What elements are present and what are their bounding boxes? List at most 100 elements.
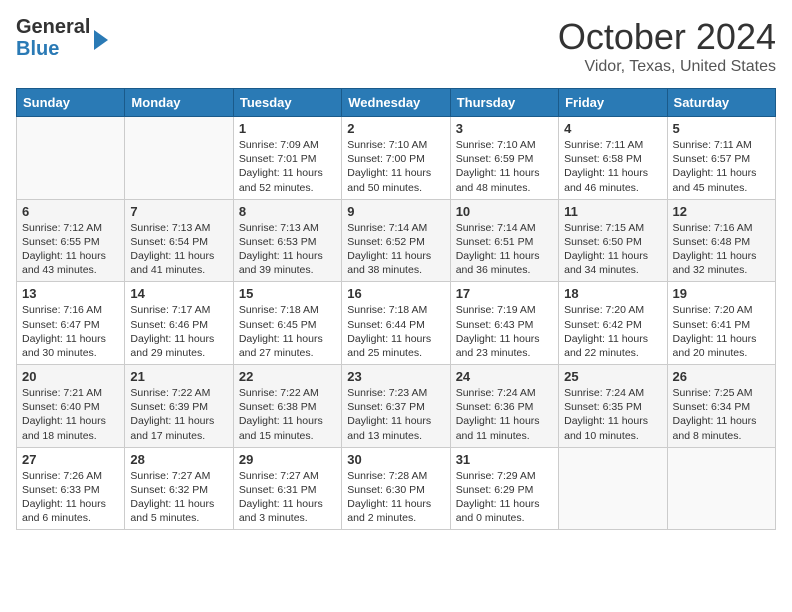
day-info: Sunrise: 7:20 AM Sunset: 6:42 PM Dayligh… xyxy=(564,303,661,360)
calendar-cell xyxy=(17,117,125,200)
day-info: Sunrise: 7:16 AM Sunset: 6:47 PM Dayligh… xyxy=(22,303,119,360)
header-day-wednesday: Wednesday xyxy=(342,89,450,117)
calendar-week-4: 20 Sunrise: 7:21 AM Sunset: 6:40 PM Dayli… xyxy=(17,365,776,448)
day-info: Sunrise: 7:25 AM Sunset: 6:34 PM Dayligh… xyxy=(673,386,770,443)
day-number: 29 xyxy=(239,452,336,467)
day-info: Sunrise: 7:29 AM Sunset: 6:29 PM Dayligh… xyxy=(456,469,553,526)
day-info: Sunrise: 7:24 AM Sunset: 6:35 PM Dayligh… xyxy=(564,386,661,443)
day-number: 24 xyxy=(456,369,553,384)
day-info: Sunrise: 7:24 AM Sunset: 6:36 PM Dayligh… xyxy=(456,386,553,443)
day-info: Sunrise: 7:14 AM Sunset: 6:52 PM Dayligh… xyxy=(347,221,444,278)
day-info: Sunrise: 7:10 AM Sunset: 6:59 PM Dayligh… xyxy=(456,138,553,195)
logo-line1: General xyxy=(16,16,90,38)
day-number: 16 xyxy=(347,286,444,301)
title-block: October 2024 Vidor, Texas, United States xyxy=(558,16,776,76)
header-day-monday: Monday xyxy=(125,89,233,117)
calendar-cell: 22 Sunrise: 7:22 AM Sunset: 6:38 PM Dayli… xyxy=(233,365,341,448)
calendar-week-2: 6 Sunrise: 7:12 AM Sunset: 6:55 PM Daylig… xyxy=(17,199,776,282)
calendar-cell: 23 Sunrise: 7:23 AM Sunset: 6:37 PM Dayli… xyxy=(342,365,450,448)
day-number: 14 xyxy=(130,286,227,301)
day-number: 4 xyxy=(564,121,661,136)
calendar-cell: 29 Sunrise: 7:27 AM Sunset: 6:31 PM Dayli… xyxy=(233,447,341,530)
day-number: 5 xyxy=(673,121,770,136)
header-day-sunday: Sunday xyxy=(17,89,125,117)
day-info: Sunrise: 7:21 AM Sunset: 6:40 PM Dayligh… xyxy=(22,386,119,443)
day-info: Sunrise: 7:27 AM Sunset: 6:32 PM Dayligh… xyxy=(130,469,227,526)
calendar-cell: 6 Sunrise: 7:12 AM Sunset: 6:55 PM Daylig… xyxy=(17,199,125,282)
day-number: 18 xyxy=(564,286,661,301)
day-number: 27 xyxy=(22,452,119,467)
calendar-body: 1 Sunrise: 7:09 AM Sunset: 7:01 PM Daylig… xyxy=(17,117,776,530)
day-number: 13 xyxy=(22,286,119,301)
logo-arrow-icon xyxy=(94,30,108,50)
day-info: Sunrise: 7:18 AM Sunset: 6:45 PM Dayligh… xyxy=(239,303,336,360)
day-info: Sunrise: 7:17 AM Sunset: 6:46 PM Dayligh… xyxy=(130,303,227,360)
day-info: Sunrise: 7:16 AM Sunset: 6:48 PM Dayligh… xyxy=(673,221,770,278)
day-number: 2 xyxy=(347,121,444,136)
day-info: Sunrise: 7:10 AM Sunset: 7:00 PM Dayligh… xyxy=(347,138,444,195)
calendar-cell: 25 Sunrise: 7:24 AM Sunset: 6:35 PM Dayli… xyxy=(559,365,667,448)
day-info: Sunrise: 7:11 AM Sunset: 6:58 PM Dayligh… xyxy=(564,138,661,195)
day-number: 1 xyxy=(239,121,336,136)
day-number: 26 xyxy=(673,369,770,384)
calendar-table: SundayMondayTuesdayWednesdayThursdayFrid… xyxy=(16,88,776,530)
day-info: Sunrise: 7:12 AM Sunset: 6:55 PM Dayligh… xyxy=(22,221,119,278)
calendar-week-3: 13 Sunrise: 7:16 AM Sunset: 6:47 PM Dayli… xyxy=(17,282,776,365)
day-number: 11 xyxy=(564,204,661,219)
calendar-cell: 4 Sunrise: 7:11 AM Sunset: 6:58 PM Daylig… xyxy=(559,117,667,200)
day-number: 17 xyxy=(456,286,553,301)
calendar-cell: 13 Sunrise: 7:16 AM Sunset: 6:47 PM Dayli… xyxy=(17,282,125,365)
calendar-cell: 3 Sunrise: 7:10 AM Sunset: 6:59 PM Daylig… xyxy=(450,117,558,200)
calendar-cell: 20 Sunrise: 7:21 AM Sunset: 6:40 PM Dayli… xyxy=(17,365,125,448)
calendar-header-row: SundayMondayTuesdayWednesdayThursdayFrid… xyxy=(17,89,776,117)
day-number: 10 xyxy=(456,204,553,219)
day-number: 22 xyxy=(239,369,336,384)
header-day-friday: Friday xyxy=(559,89,667,117)
day-number: 23 xyxy=(347,369,444,384)
day-info: Sunrise: 7:20 AM Sunset: 6:41 PM Dayligh… xyxy=(673,303,770,360)
logo: General Blue xyxy=(16,16,108,60)
day-number: 6 xyxy=(22,204,119,219)
calendar-cell: 17 Sunrise: 7:19 AM Sunset: 6:43 PM Dayli… xyxy=(450,282,558,365)
calendar-cell: 18 Sunrise: 7:20 AM Sunset: 6:42 PM Dayli… xyxy=(559,282,667,365)
day-info: Sunrise: 7:22 AM Sunset: 6:39 PM Dayligh… xyxy=(130,386,227,443)
calendar-cell xyxy=(125,117,233,200)
day-number: 28 xyxy=(130,452,227,467)
day-number: 15 xyxy=(239,286,336,301)
day-info: Sunrise: 7:14 AM Sunset: 6:51 PM Dayligh… xyxy=(456,221,553,278)
day-number: 8 xyxy=(239,204,336,219)
calendar-cell xyxy=(667,447,775,530)
day-number: 30 xyxy=(347,452,444,467)
calendar-cell: 16Sunrise: 7:18 AM Sunset: 6:44 PM Dayli… xyxy=(342,282,450,365)
day-info: Sunrise: 7:23 AM Sunset: 6:37 PM Dayligh… xyxy=(347,386,444,443)
day-number: 7 xyxy=(130,204,227,219)
day-number: 25 xyxy=(564,369,661,384)
calendar-cell: 30Sunrise: 7:28 AM Sunset: 6:30 PM Dayli… xyxy=(342,447,450,530)
logo-line2: Blue xyxy=(16,38,90,60)
month-title: October 2024 xyxy=(558,16,776,58)
calendar-cell: 10 Sunrise: 7:14 AM Sunset: 6:51 PM Dayli… xyxy=(450,199,558,282)
day-number: 12 xyxy=(673,204,770,219)
day-info: Sunrise: 7:26 AM Sunset: 6:33 PM Dayligh… xyxy=(22,469,119,526)
calendar-week-5: 27 Sunrise: 7:26 AM Sunset: 6:33 PM Dayli… xyxy=(17,447,776,530)
calendar-cell: 31Sunrise: 7:29 AM Sunset: 6:29 PM Dayli… xyxy=(450,447,558,530)
calendar-cell: 2 Sunrise: 7:10 AM Sunset: 7:00 PM Daylig… xyxy=(342,117,450,200)
calendar-cell xyxy=(559,447,667,530)
calendar-cell: 24 Sunrise: 7:24 AM Sunset: 6:36 PM Dayli… xyxy=(450,365,558,448)
header-day-tuesday: Tuesday xyxy=(233,89,341,117)
calendar-cell: 5Sunrise: 7:11 AM Sunset: 6:57 PM Daylig… xyxy=(667,117,775,200)
header-day-thursday: Thursday xyxy=(450,89,558,117)
header-day-saturday: Saturday xyxy=(667,89,775,117)
day-info: Sunrise: 7:22 AM Sunset: 6:38 PM Dayligh… xyxy=(239,386,336,443)
day-info: Sunrise: 7:19 AM Sunset: 6:43 PM Dayligh… xyxy=(456,303,553,360)
calendar-week-1: 1 Sunrise: 7:09 AM Sunset: 7:01 PM Daylig… xyxy=(17,117,776,200)
calendar-cell: 21Sunrise: 7:22 AM Sunset: 6:39 PM Dayli… xyxy=(125,365,233,448)
day-number: 9 xyxy=(347,204,444,219)
day-number: 20 xyxy=(22,369,119,384)
day-info: Sunrise: 7:27 AM Sunset: 6:31 PM Dayligh… xyxy=(239,469,336,526)
day-number: 3 xyxy=(456,121,553,136)
day-info: Sunrise: 7:09 AM Sunset: 7:01 PM Dayligh… xyxy=(239,138,336,195)
calendar-cell: 15 Sunrise: 7:18 AM Sunset: 6:45 PM Dayli… xyxy=(233,282,341,365)
logo-text: General Blue xyxy=(16,16,90,60)
location: Vidor, Texas, United States xyxy=(558,58,776,76)
